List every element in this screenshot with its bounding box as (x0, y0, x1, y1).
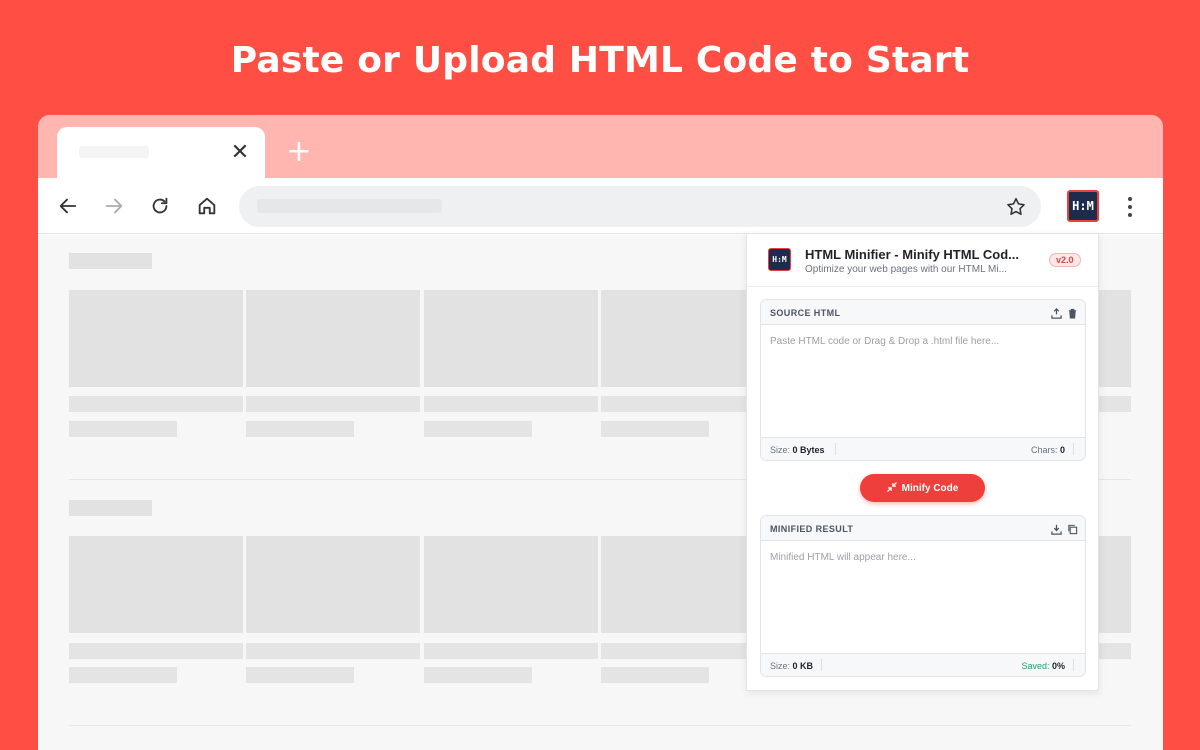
skeleton-card (246, 290, 420, 387)
skeleton-line (424, 643, 598, 659)
skeleton-card (1098, 536, 1131, 633)
new-tab-icon[interactable]: + (286, 137, 312, 167)
home-icon[interactable] (193, 192, 221, 220)
skeleton-card (246, 536, 420, 633)
skeleton-line (246, 396, 420, 412)
reload-icon[interactable] (146, 192, 174, 220)
upload-icon[interactable] (1051, 306, 1062, 319)
bookmark-star-icon[interactable] (1005, 196, 1027, 218)
result-size: Size: 0 KB (770, 661, 814, 671)
skeleton-line (69, 421, 177, 437)
source-footer: Size: 0 Bytes Chars: 0 (761, 437, 1085, 460)
version-badge: v2.0 (1049, 253, 1081, 267)
minify-code-label: Minify Code (901, 482, 959, 494)
skeleton-line (601, 421, 709, 437)
close-tab-icon[interactable]: ✕ (229, 141, 251, 163)
kebab-menu-icon[interactable] (1120, 194, 1140, 220)
popup-header: H:M HTML Minifier - Minify HTML Cod... O… (747, 234, 1098, 287)
tab-title-placeholder (79, 146, 149, 158)
skeleton-line (601, 667, 709, 683)
address-text-placeholder (257, 199, 442, 213)
skeleton-line (424, 667, 532, 683)
popup-subtitle: Optimize your web pages with our HTML Mi… (805, 264, 1007, 275)
skeleton-line (69, 667, 177, 683)
skeleton-line (424, 421, 532, 437)
browser-toolbar: H:M (38, 178, 1163, 234)
browser-tab[interactable]: ✕ (57, 127, 265, 178)
footer-separator (835, 443, 836, 455)
popup-title: HTML Minifier - Minify HTML Cod... (805, 247, 1019, 262)
source-panel: SOURCE HTML Paste HTML code or Drag & Dr… (760, 299, 1086, 461)
footer-separator (821, 659, 822, 671)
back-arrow-icon[interactable] (54, 192, 82, 220)
result-saved: Saved: 0% (1021, 661, 1065, 671)
source-placeholder: Paste HTML code or Drag & Drop a .html f… (770, 336, 1000, 347)
result-footer: Size: 0 KB Saved: 0% (761, 653, 1085, 676)
source-size: Size: 0 Bytes (770, 445, 825, 455)
skeleton-line (69, 643, 243, 659)
skeleton-line (424, 396, 598, 412)
copy-icon[interactable] (1067, 522, 1078, 535)
skeleton-line (246, 667, 354, 683)
result-label: MINIFIED RESULT (770, 524, 854, 534)
footer-separator (1073, 443, 1074, 455)
skeleton-line (1098, 643, 1131, 659)
skeleton-heading (69, 500, 152, 516)
extension-popup: H:M HTML Minifier - Minify HTML Cod... O… (746, 233, 1099, 691)
minify-code-button[interactable]: Minify Code (860, 474, 985, 502)
page-headline: Paste or Upload HTML Code to Start (230, 40, 970, 81)
result-panel-header: MINIFIED RESULT (761, 516, 1085, 541)
extension-icon[interactable]: H:M (1067, 190, 1099, 222)
download-icon[interactable] (1051, 522, 1062, 535)
result-panel: MINIFIED RESULT Minified HTML will appea… (760, 515, 1086, 677)
skeleton-card (424, 290, 598, 387)
skeleton-card (1098, 290, 1131, 387)
source-chars: Chars: 0 (1030, 445, 1065, 455)
result-placeholder: Minified HTML will appear here... (770, 552, 916, 563)
address-bar[interactable] (239, 186, 1041, 227)
skeleton-card (69, 290, 243, 387)
skeleton-line (246, 643, 420, 659)
source-panel-header: SOURCE HTML (761, 300, 1085, 325)
skeleton-line (246, 421, 354, 437)
skeleton-heading (69, 253, 152, 269)
skeleton-line (69, 396, 243, 412)
skeleton-card (424, 536, 598, 633)
source-label: SOURCE HTML (770, 308, 841, 318)
trash-icon[interactable] (1067, 306, 1078, 319)
extension-logo: H:M (768, 248, 791, 271)
compress-icon (886, 481, 897, 495)
source-html-input[interactable]: Paste HTML code or Drag & Drop a .html f… (761, 325, 1085, 437)
section-divider (69, 725, 1131, 726)
minified-result-output[interactable]: Minified HTML will appear here... (761, 541, 1085, 653)
skeleton-card (69, 536, 243, 633)
skeleton-line (1098, 396, 1131, 412)
forward-arrow-icon[interactable] (100, 192, 128, 220)
tab-strip: ✕ + (38, 115, 1163, 178)
footer-separator (1073, 659, 1074, 671)
